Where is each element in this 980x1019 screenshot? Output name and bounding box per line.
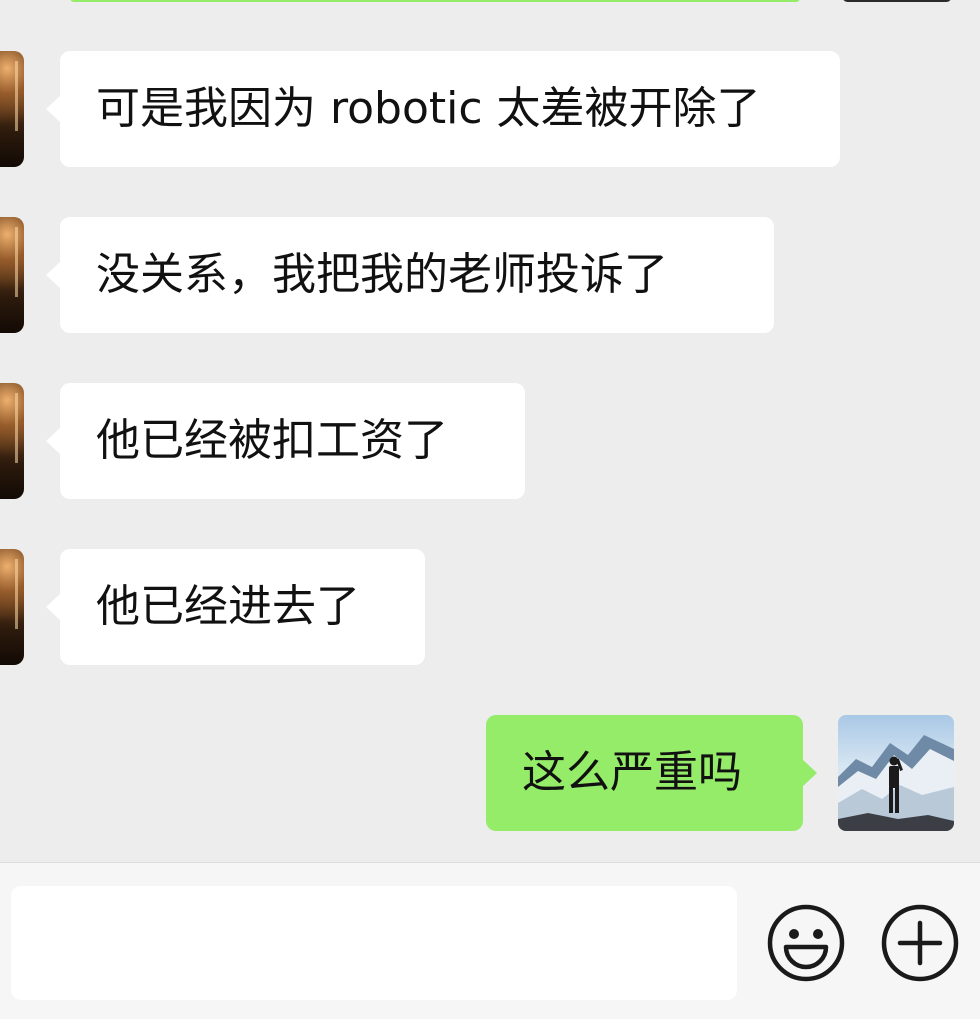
user-avatar[interactable] (838, 715, 954, 831)
message-text: 可是我因为 robotic 太差被开除了 (96, 83, 761, 134)
contact-avatar[interactable] (0, 51, 24, 167)
chat-input-bar (0, 862, 980, 1019)
message-bubble-incoming[interactable]: 可是我因为 robotic 太差被开除了 (46, 51, 840, 167)
previous-message-bubble[interactable] (70, 0, 800, 2)
message-text: 他已经进去了 (96, 581, 360, 632)
message-text: 他已经被扣工资了 (96, 415, 448, 466)
contact-avatar[interactable] (0, 383, 24, 499)
add-icon[interactable] (880, 903, 960, 983)
message-text: 没关系，我把我的老师投诉了 (96, 249, 668, 300)
emoji-icon[interactable] (766, 903, 846, 983)
mountain-photo (838, 735, 954, 831)
message-text: 这么严重吗 (522, 747, 742, 798)
previous-avatar[interactable] (842, 0, 952, 2)
message-bubble-incoming[interactable]: 他已经被扣工资了 (46, 383, 525, 499)
message-input[interactable] (11, 886, 737, 1000)
message-bubble-incoming[interactable]: 没关系，我把我的老师投诉了 (46, 217, 774, 333)
chat-screen: 可是我因为 robotic 太差被开除了 没关系，我把我的老师投诉了 他已经被扣… (0, 0, 980, 1019)
message-bubble-outgoing[interactable]: 这么严重吗 (486, 715, 817, 831)
contact-avatar[interactable] (0, 549, 24, 665)
contact-avatar[interactable] (0, 217, 24, 333)
message-bubble-incoming[interactable]: 他已经进去了 (46, 549, 425, 665)
